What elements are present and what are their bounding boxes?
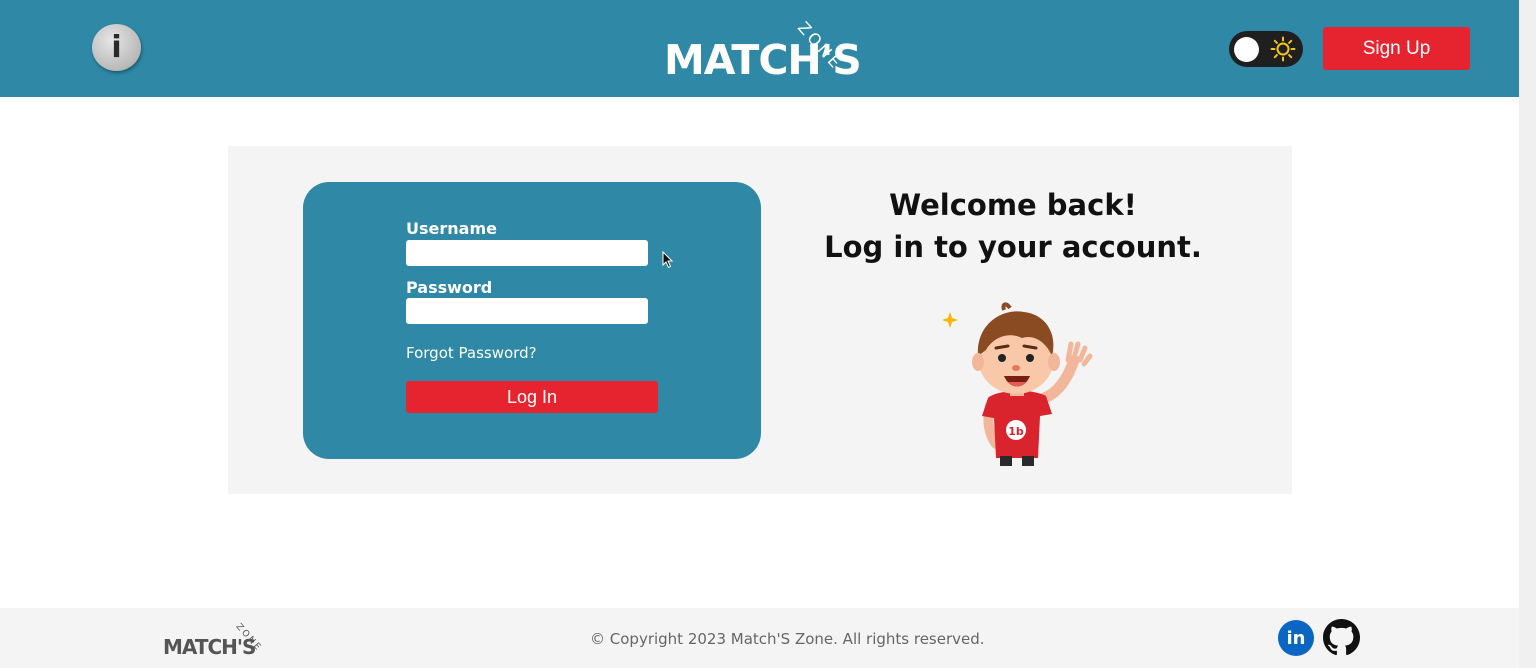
username-label: Username (406, 219, 497, 238)
username-input[interactable] (406, 240, 648, 266)
sun-icon (1270, 36, 1296, 62)
github-icon[interactable] (1323, 619, 1360, 656)
login-panel: Username Password Forgot Password? Log I… (228, 146, 1292, 494)
linkedin-glyph: in (1286, 627, 1306, 649)
app-logo[interactable]: MATCH'S ZONE (662, 14, 862, 84)
password-input[interactable] (406, 298, 648, 324)
page-footer: MATCH'S ZONE © Copyright 2023 Match'S Zo… (0, 608, 1519, 668)
svg-text:1b: 1b (1008, 425, 1024, 438)
top-header: i MATCH'S ZONE Sign Up (0, 0, 1519, 97)
page-scrollbar[interactable] (1519, 0, 1536, 668)
forgot-password-link[interactable]: Forgot Password? (406, 344, 537, 362)
character-illustration: 1b (942, 302, 1093, 466)
signup-button[interactable]: Sign Up (1323, 27, 1470, 70)
login-button[interactable]: Log In (406, 381, 658, 413)
password-label: Password (406, 278, 493, 297)
footer-logo[interactable]: MATCH'S ZONE (163, 620, 273, 660)
login-form: Username Password Forgot Password? Log I… (303, 182, 761, 459)
copyright-text: © Copyright 2023 Match'S Zone. All right… (590, 630, 985, 648)
welcome-heading: Welcome back! Log in to your account. (806, 184, 1220, 268)
welcome-line-2: Log in to your account. (824, 230, 1202, 264)
toggle-knob (1234, 37, 1259, 62)
info-button[interactable]: i (92, 24, 141, 71)
info-icon: i (111, 30, 122, 65)
mouse-cursor (662, 251, 674, 269)
theme-toggle[interactable] (1229, 31, 1303, 67)
linkedin-icon[interactable]: in (1278, 620, 1314, 656)
welcome-line-1: Welcome back! (889, 188, 1137, 222)
